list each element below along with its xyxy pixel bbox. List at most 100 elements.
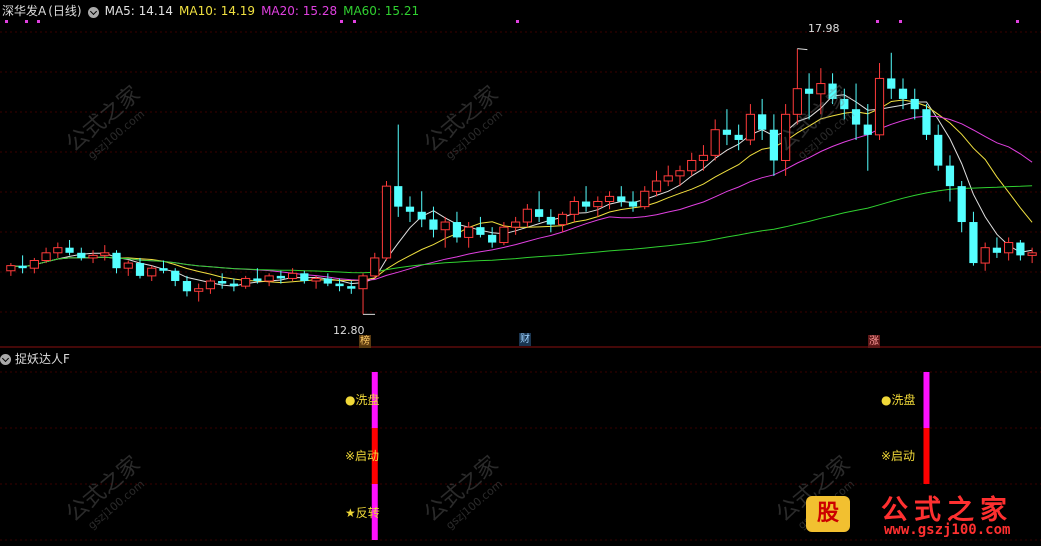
candle-body-up [287,272,298,279]
candle-body-up [370,257,380,277]
top-dot-marker [5,20,8,23]
candle-body-down [300,273,309,282]
candle-body-down [581,201,591,207]
candle-body-down [347,286,356,289]
candle-body-down [969,222,978,264]
candle-body-down [628,201,638,207]
top-dot-marker [899,20,902,23]
candle-body-up [147,267,157,277]
candle-body-down [863,124,872,135]
candle-body-down [722,129,732,135]
candle-body-up [781,113,791,161]
candle-body-down [734,134,743,140]
candle-body-up [557,213,568,226]
candle-body-down [65,247,74,253]
candle-body-down [77,252,86,258]
candle-body-up [675,170,685,177]
price-chart[interactable] [0,0,1041,546]
candle-body-down [851,109,861,125]
signal-2-wash: ●洗盘 [881,393,916,407]
candle-body-down [840,98,849,110]
candle-body-down [992,247,1002,253]
candle-body-up [511,221,521,228]
candle-body-up [980,247,990,264]
candle-body-down [159,268,168,271]
marker-bang[interactable]: 榜 [359,335,371,348]
candle-body-down [887,78,896,89]
candle-body-down [218,281,227,284]
candle-body-up [440,221,450,231]
candle-body-down [804,88,814,94]
signal-bar-2-seg-1 [923,372,930,428]
candle-body-up [6,265,16,272]
top-dot-marker [1016,20,1019,23]
candle-body-up [41,252,51,262]
candle-body-down [945,165,955,187]
candle-body-up [792,88,802,115]
candle-body-down [112,252,121,269]
candle-body-down [534,209,544,217]
top-dot-marker [37,20,40,23]
candle-body-up [1027,252,1037,256]
candle-body-up [522,208,532,223]
high-price-label: 17.98 [808,22,840,35]
candle-body-up [663,175,673,182]
candle-body-up [593,201,603,208]
top-dot-marker [516,20,519,23]
high-pointer [797,48,808,51]
candle-body-up [100,252,110,256]
candle-body-down [135,263,145,276]
signal-2-start: ※启动 [881,449,916,463]
candle-body-down [18,265,27,269]
candle-body-up [874,77,885,136]
candle-body-up [569,201,579,215]
candle-body-down [476,227,485,235]
candle-body-up [381,185,392,259]
candle-body-up [358,275,368,290]
candle-body-down [323,278,332,284]
candle-body-down [617,196,626,202]
candle-body-down [417,211,426,220]
logo-badge-icon: 股 [806,496,850,532]
candle-body-down [898,88,908,99]
candle-body-up [710,129,720,156]
candle-body-up [640,190,650,208]
candle-body-down [171,270,180,282]
candle-body-up [53,247,63,254]
candle-body-up [29,260,39,269]
candle-body-down [769,129,778,161]
candle-body-down [828,83,837,99]
candle-body-up [816,83,826,95]
signal-1-wash: ●洗盘 [345,393,380,407]
candle-body-down [182,281,192,292]
signal-1-reverse: ★反转 [345,506,380,520]
ma20-line [10,115,1033,281]
candle-body-down [253,278,262,282]
candle-body-down [405,206,415,212]
candle-body-up [264,275,274,282]
candle-body-down [335,283,344,287]
candle-body-down [922,109,931,135]
candle-body-up [464,226,474,238]
candle-body-down [276,275,285,279]
candle-body-up [311,277,321,282]
top-dot-marker [876,20,879,23]
signal-1-start: ※启动 [345,449,380,463]
top-dot-marker [353,20,356,23]
marker-zhang[interactable]: 涨 [868,335,880,348]
candle-body-down [758,114,767,130]
candle-body-down [910,98,919,110]
candle-body-down [546,216,555,225]
candle-body-down [452,222,462,238]
indicator-panel-title: 捉妖达人F [0,350,70,366]
candle-body-down [1016,242,1025,256]
candle-body-up [698,154,709,161]
candle-body-up [123,262,133,269]
dropdown-circle-icon[interactable] [0,353,11,365]
candle-body-up [651,180,662,192]
marker-cai[interactable]: 财 [519,333,531,346]
candle-body-down [488,234,497,243]
signal-bar-2-seg-2 [923,428,930,484]
indicator-name[interactable]: 捉妖达人F [15,350,70,367]
candle-body-up [241,277,251,287]
